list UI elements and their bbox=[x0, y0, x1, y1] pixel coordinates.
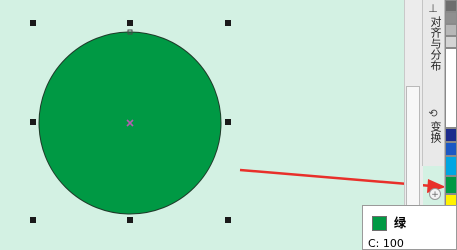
align-icon: ⊥ bbox=[428, 2, 438, 15]
docker-scroll-thumb[interactable] bbox=[406, 86, 420, 210]
selection-handle-bottom-left[interactable] bbox=[30, 217, 36, 223]
tooltip-color-swatch bbox=[372, 216, 387, 231]
swatch-gray-dark[interactable] bbox=[445, 0, 457, 12]
swatch-gray[interactable] bbox=[445, 12, 457, 24]
tab-transform[interactable]: 变换 bbox=[424, 121, 444, 143]
transform-icon: ⟲ bbox=[428, 107, 438, 120]
swatch-blue[interactable] bbox=[445, 142, 457, 156]
selection-handle-left[interactable] bbox=[30, 119, 36, 125]
swatch-navy[interactable] bbox=[445, 128, 457, 142]
swatch-gray-lighter[interactable] bbox=[445, 36, 457, 48]
tooltip-color-name: 绿 bbox=[394, 216, 407, 230]
tab-align-distribute[interactable]: 对齐与分布 bbox=[424, 16, 444, 71]
selection-handle-top[interactable] bbox=[127, 20, 133, 26]
swatch-cyan[interactable] bbox=[445, 156, 457, 176]
tooltip-cmyk-value: C: 100 bbox=[368, 237, 404, 250]
selection-handle-right[interactable] bbox=[225, 119, 231, 125]
swatch-white[interactable] bbox=[445, 48, 457, 128]
selection-handle-top-right[interactable] bbox=[225, 20, 231, 26]
selection-handle-top-left[interactable] bbox=[30, 20, 36, 26]
palette-scroll-icon[interactable]: + bbox=[429, 188, 441, 200]
selection-handle-bottom[interactable] bbox=[127, 217, 133, 223]
selection-handle-bottom-right[interactable] bbox=[225, 217, 231, 223]
swatch-green[interactable] bbox=[445, 176, 457, 194]
swatch-gray-light[interactable] bbox=[445, 24, 457, 36]
